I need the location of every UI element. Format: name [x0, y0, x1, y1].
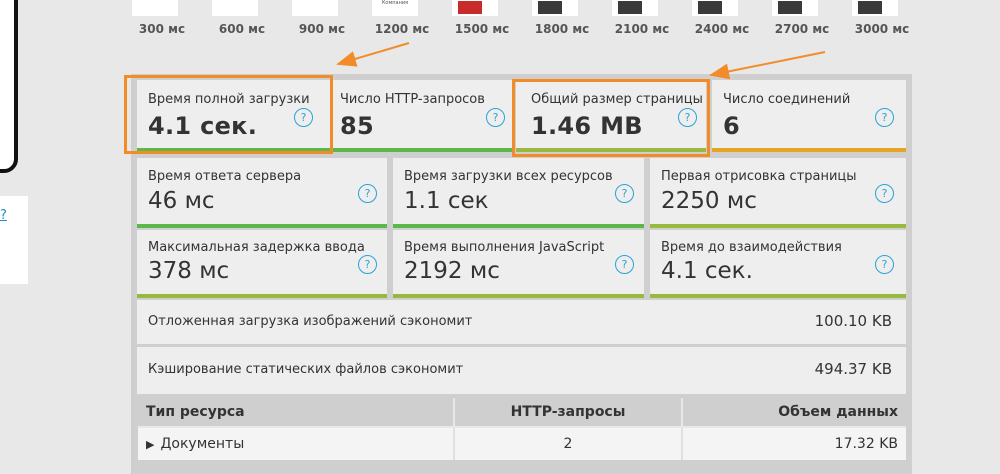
arrow-to-load-time — [336, 42, 410, 67]
annotation-arrows — [336, 42, 826, 80]
arrow-to-page-size — [709, 51, 826, 80]
